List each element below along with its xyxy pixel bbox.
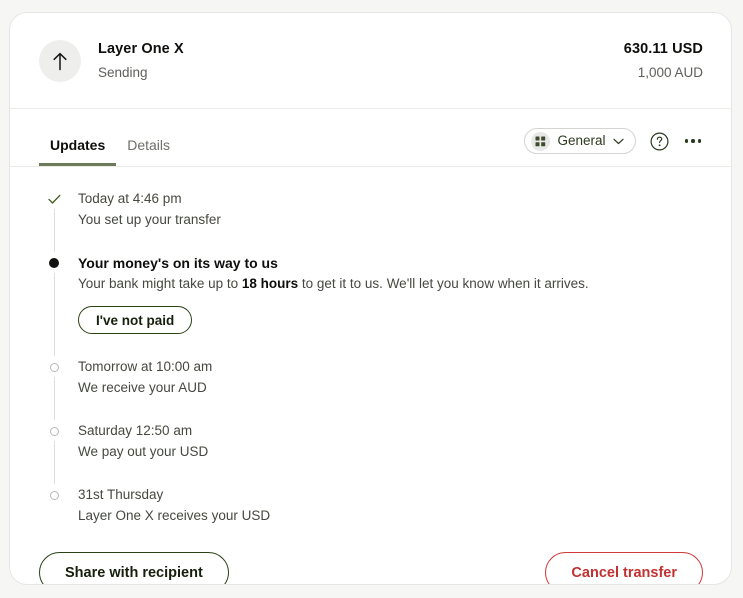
- header-amounts: 630.11 USD 1,000 AUD: [624, 40, 703, 82]
- timeline-connector: [53, 377, 55, 420]
- more-horizontal-icon[interactable]: [683, 135, 704, 147]
- timeline-step-payout: Saturday 12:50 am We pay out your USD: [39, 421, 703, 485]
- footer-actions: Share with recipient Cancel transfer: [10, 526, 731, 584]
- timeline-step-description: We receive your AUD: [78, 380, 207, 395]
- avatar: [39, 39, 81, 82]
- timeline-step-onitsway: Your money's on its way to us Your bank …: [39, 253, 703, 357]
- timeline-step-description: Your bank might take up to 18 hours to g…: [78, 274, 703, 294]
- tab-list: Updates Details: [39, 109, 181, 166]
- timeline-desc-post: to get it to us. We'll let you know when…: [298, 276, 589, 291]
- chevron-down-icon: [612, 138, 624, 145]
- grid-squares-icon: [531, 131, 551, 151]
- amount-secondary: 1,000 AUD: [637, 64, 703, 80]
- timeline-connector: [53, 209, 55, 252]
- category-chip-label: General: [557, 133, 606, 148]
- tab-details[interactable]: Details: [116, 137, 181, 166]
- check-icon: [47, 192, 61, 206]
- arrow-up-icon: [51, 51, 69, 71]
- hollow-dot-icon: [47, 488, 61, 502]
- transfer-timeline: Today at 4:46 pm You set up your transfe…: [39, 189, 703, 526]
- timeline-connector: [53, 441, 55, 484]
- transfer-card: Layer One X Sending 630.11 USD 1,000 AUD…: [9, 12, 732, 585]
- amount-primary: 630.11 USD: [623, 40, 703, 57]
- timeline-desc-bold: 18 hours: [241, 276, 299, 291]
- recipient-name: Layer One X: [98, 40, 184, 57]
- timeline-step-time: Saturday 12:50 am: [78, 423, 193, 438]
- transfer-state: Sending: [98, 64, 148, 80]
- hollow-dot-icon: [47, 360, 61, 374]
- tabbar-actions: General: [524, 128, 703, 166]
- timeline-step-description: Layer One X receives your USD: [78, 508, 271, 523]
- timeline-step-delivered: 31st Thursday Layer One X receives your …: [39, 485, 703, 526]
- timeline-step-description: You set up your transfer: [78, 212, 221, 227]
- share-with-recipient-button[interactable]: Share with recipient: [39, 552, 229, 584]
- cancel-transfer-button[interactable]: Cancel transfer: [545, 552, 703, 584]
- question-circle-icon[interactable]: [650, 132, 669, 151]
- timeline-connector: [53, 273, 55, 356]
- timeline-step-title: Your money's on its way to us: [78, 255, 278, 271]
- timeline-step-time: Today at 4:46 pm: [78, 191, 182, 206]
- timeline-step-description: We pay out your USD: [78, 444, 209, 459]
- ive-not-paid-button[interactable]: I've not paid: [78, 306, 193, 334]
- category-chip-general[interactable]: General: [524, 128, 636, 154]
- filled-dot-icon: [47, 256, 61, 270]
- header-names: Layer One X Sending: [98, 40, 624, 82]
- transfer-header: Layer One X Sending 630.11 USD 1,000 AUD: [10, 13, 731, 109]
- hollow-dot-icon: [47, 424, 61, 438]
- timeline-step-time: Tomorrow at 10:00 am: [78, 359, 213, 374]
- timeline-desc-pre: Your bank might take up to: [78, 276, 242, 291]
- tab-updates[interactable]: Updates: [39, 137, 117, 166]
- timeline-step-setup: Today at 4:46 pm You set up your transfe…: [39, 189, 703, 253]
- timeline-step-time: 31st Thursday: [78, 487, 164, 502]
- updates-panel: Today at 4:46 pm You set up your transfe…: [10, 167, 731, 526]
- tabbar: Updates Details General: [10, 109, 731, 167]
- timeline-step-receive: Tomorrow at 10:00 am We receive your AUD: [39, 357, 703, 421]
